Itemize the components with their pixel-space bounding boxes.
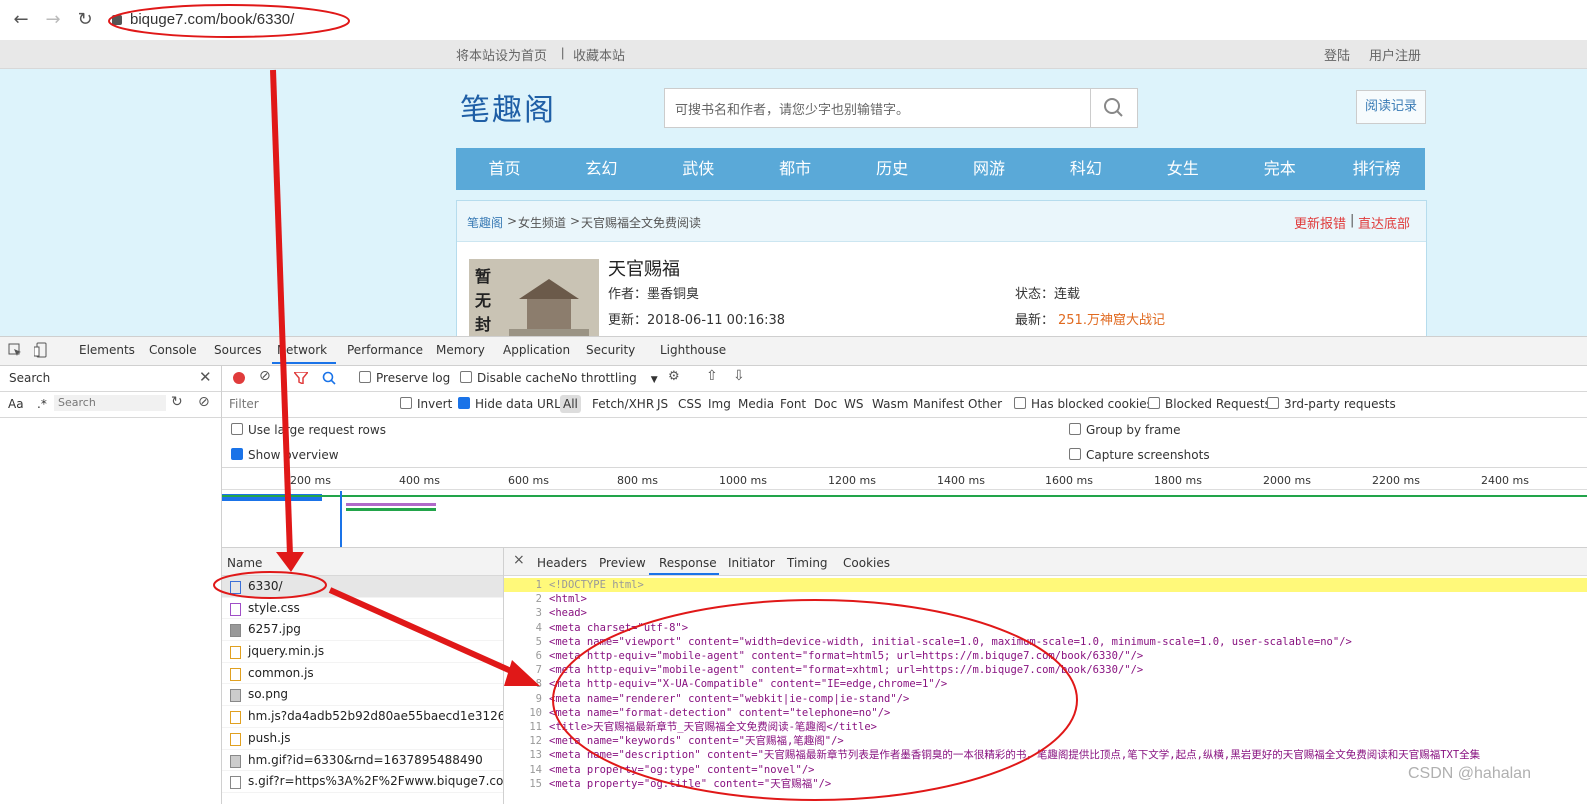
request-highlight-circle xyxy=(213,571,327,599)
response-highlight-circle xyxy=(552,599,1078,801)
watermark: CSDN @hahalan xyxy=(1408,765,1531,782)
arrow-head-icon xyxy=(504,660,540,686)
annotation-arrow xyxy=(328,587,522,678)
arrow-head-icon xyxy=(276,552,304,572)
annotation-arrow xyxy=(270,69,293,556)
url-highlight-circle xyxy=(108,4,350,38)
annotation-overlay xyxy=(108,4,1078,801)
